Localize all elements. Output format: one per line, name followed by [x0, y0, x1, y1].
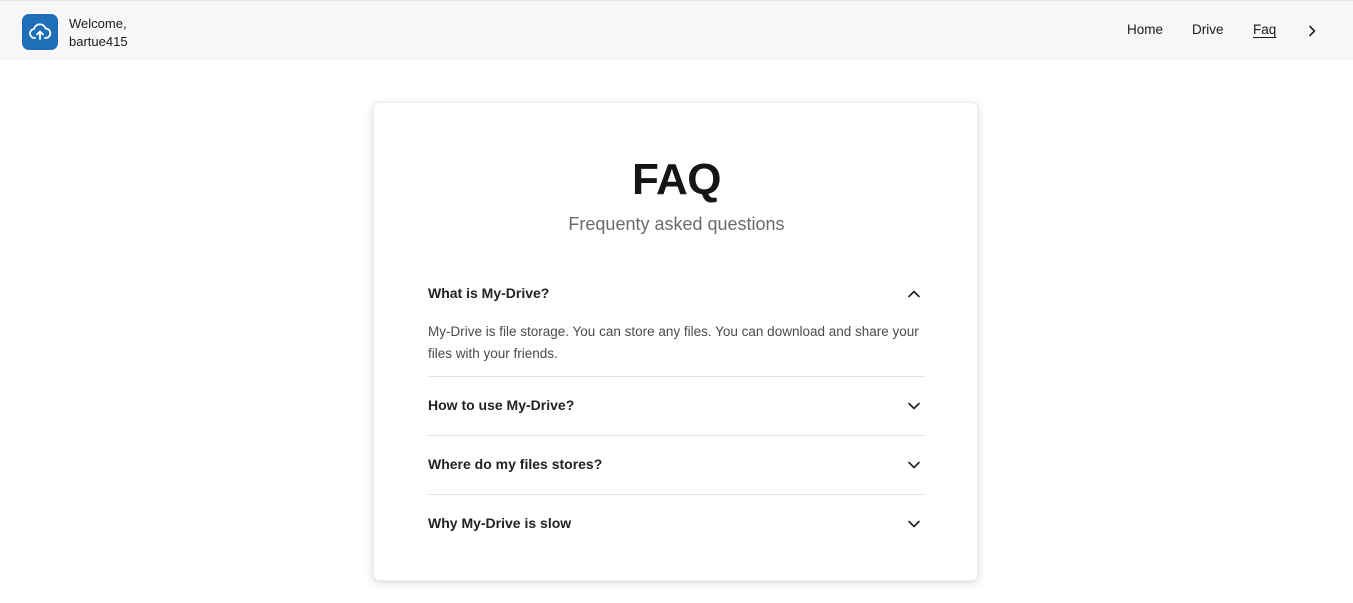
divider: [428, 435, 925, 436]
divider: [428, 494, 925, 495]
faq-question-toggle[interactable]: Where do my files stores?: [428, 454, 925, 478]
faq-question-toggle[interactable]: What is My-Drive?: [428, 283, 925, 307]
faq-question: Why My-Drive is slow: [428, 515, 572, 531]
faq-question: What is My-Drive?: [428, 285, 550, 301]
faq-question-toggle[interactable]: How to use My-Drive?: [428, 395, 925, 419]
faq-item: What is My-Drive? My-Drive is file stora…: [428, 283, 925, 361]
username: bartue415: [69, 34, 128, 49]
nav-faq[interactable]: Faq: [1253, 22, 1276, 37]
divider: [428, 376, 925, 377]
nav-drive[interactable]: Drive: [1192, 22, 1224, 37]
faq-question-toggle[interactable]: Why My-Drive is slow: [428, 513, 925, 537]
top-bar: Welcome, bartue415 Home Drive Faq: [0, 0, 1353, 60]
welcome-label: Welcome,: [69, 16, 127, 31]
chevron-down-icon: [908, 402, 920, 410]
chevron-down-icon: [908, 520, 920, 528]
faq-question: Where do my files stores?: [428, 456, 603, 472]
page-title: FAQ: [632, 155, 721, 204]
chevron-up-icon: [908, 290, 920, 298]
chevron-down-icon: [908, 461, 920, 469]
nav-home[interactable]: Home: [1127, 22, 1163, 37]
faq-item: Why My-Drive is slow: [428, 513, 925, 537]
chevron-right-icon[interactable]: [1304, 23, 1320, 39]
faq-item: How to use My-Drive?: [428, 395, 925, 419]
logo[interactable]: [22, 14, 58, 50]
faq-card: FAQ Frequenty asked questions What is My…: [373, 102, 978, 581]
cloud-upload-icon: [29, 23, 52, 40]
faq-item: Where do my files stores?: [428, 454, 925, 478]
faq-question: How to use My-Drive?: [428, 397, 575, 413]
faq-answer: My-Drive is file storage. You can store …: [428, 324, 919, 361]
page-subtitle: Frequenty asked questions: [568, 214, 785, 234]
welcome-text: Welcome, bartue415: [69, 15, 128, 51]
